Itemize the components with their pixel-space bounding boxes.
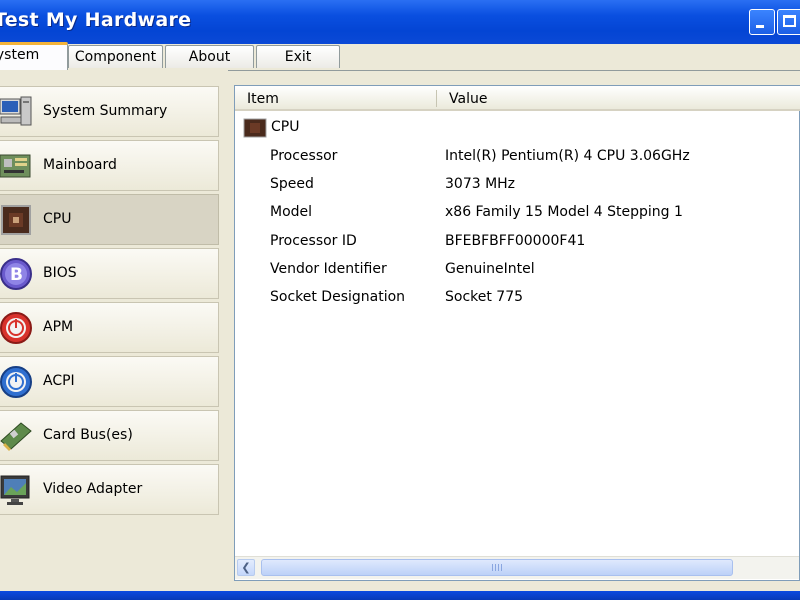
scroll-left-button[interactable]: ❮ [237,559,255,576]
item-value: BFEBFBFF00000F41 [445,233,586,249]
card-bus-icon [0,422,32,451]
item-value: 3073 MHz [445,176,516,192]
sidebar-item-label: Mainboard [43,157,117,173]
cpu-chip-icon [243,118,267,138]
list-item[interactable]: Processor ID BFEBFBFF00000F41 [235,230,795,252]
column-header-value[interactable]: Value [449,91,487,107]
scrollbar-thumb[interactable] [261,559,733,576]
details-list[interactable]: Item Value CPU Processor Intel(R) Pentiu… [234,85,800,581]
computer-icon [0,96,32,126]
chevron-left-icon: ❮ [241,561,251,574]
window-bottom-border [0,591,800,600]
item-key: Processor ID [270,233,357,249]
tab-bar: System Component About Exit [0,42,800,71]
sidebar-item-bios[interactable]: B BIOS [0,248,219,299]
grip-icon [492,564,502,571]
list-header: Item Value [235,86,800,111]
minimize-icon [756,25,764,28]
item-key: Vendor Identifier [270,261,387,277]
item-key: Model [270,204,313,220]
item-key: Processor [270,148,338,164]
sidebar-item-label: System Summary [43,103,168,119]
svg-text:B: B [10,265,23,285]
sidebar-item-mainboard[interactable]: Mainboard [0,140,219,191]
sidebar-item-label: BIOS [43,265,77,281]
bios-b-icon: B [0,258,32,290]
list-item[interactable]: Speed 3073 MHz [235,173,795,195]
monitor-icon [0,475,30,505]
item-value: x86 Family 15 Model 4 Stepping 1 [445,204,683,220]
tab-system[interactable]: System [0,42,68,70]
column-divider[interactable] [436,90,437,107]
sidebar-item-system-summary[interactable]: System Summary [0,86,219,137]
cpu-chip-icon [1,205,31,235]
sidebar-item-video-adapter[interactable]: Video Adapter [0,464,219,515]
item-value: Intel(R) Pentium(R) 4 CPU 3.06GHz [445,148,690,164]
item-key: Speed [270,176,314,192]
maximize-icon [783,15,796,27]
tab-about[interactable]: About [165,45,254,68]
sidebar-item-label: Video Adapter [43,481,143,497]
maximize-button[interactable] [777,9,800,35]
sidebar-item-apm[interactable]: APM [0,302,219,353]
list-item[interactable]: Socket Designation Socket 775 [235,286,795,308]
column-header-item[interactable]: Item [247,91,279,107]
sidebar-item-label: ACPI [43,373,75,389]
horizontal-scrollbar[interactable]: ❮ [235,556,799,579]
tab-component[interactable]: Component [68,45,163,68]
sidebar-item-label: APM [43,319,74,335]
list-item[interactable]: Model x86 Family 15 Model 4 Stepping 1 [235,201,795,223]
sidebar-item-acpi[interactable]: ACPI [0,356,219,407]
power-red-icon [0,312,32,344]
item-value: GenuineIntel [445,261,535,277]
title-bar[interactable]: Test My Hardware [0,0,800,44]
item-key: Socket Designation [270,289,406,305]
sidebar: System Summary Mainboard CPU B BIOS APM … [0,70,228,588]
list-item[interactable]: Vendor Identifier GenuineIntel [235,258,795,280]
power-blue-icon [0,366,32,398]
window-title: Test My Hardware [0,9,192,31]
sidebar-item-cpu[interactable]: CPU [0,194,219,245]
item-value: Socket 775 [445,289,524,305]
mainboard-icon [0,154,31,178]
tree-root-label: CPU [271,119,300,135]
sidebar-item-label: CPU [43,211,72,227]
list-item[interactable]: Processor Intel(R) Pentium(R) 4 CPU 3.06… [235,145,795,167]
sidebar-item-label: Card Bus(es) [43,427,133,443]
sidebar-item-card-bus[interactable]: Card Bus(es) [0,410,219,461]
tab-exit[interactable]: Exit [256,45,340,68]
minimize-button[interactable] [749,9,775,35]
